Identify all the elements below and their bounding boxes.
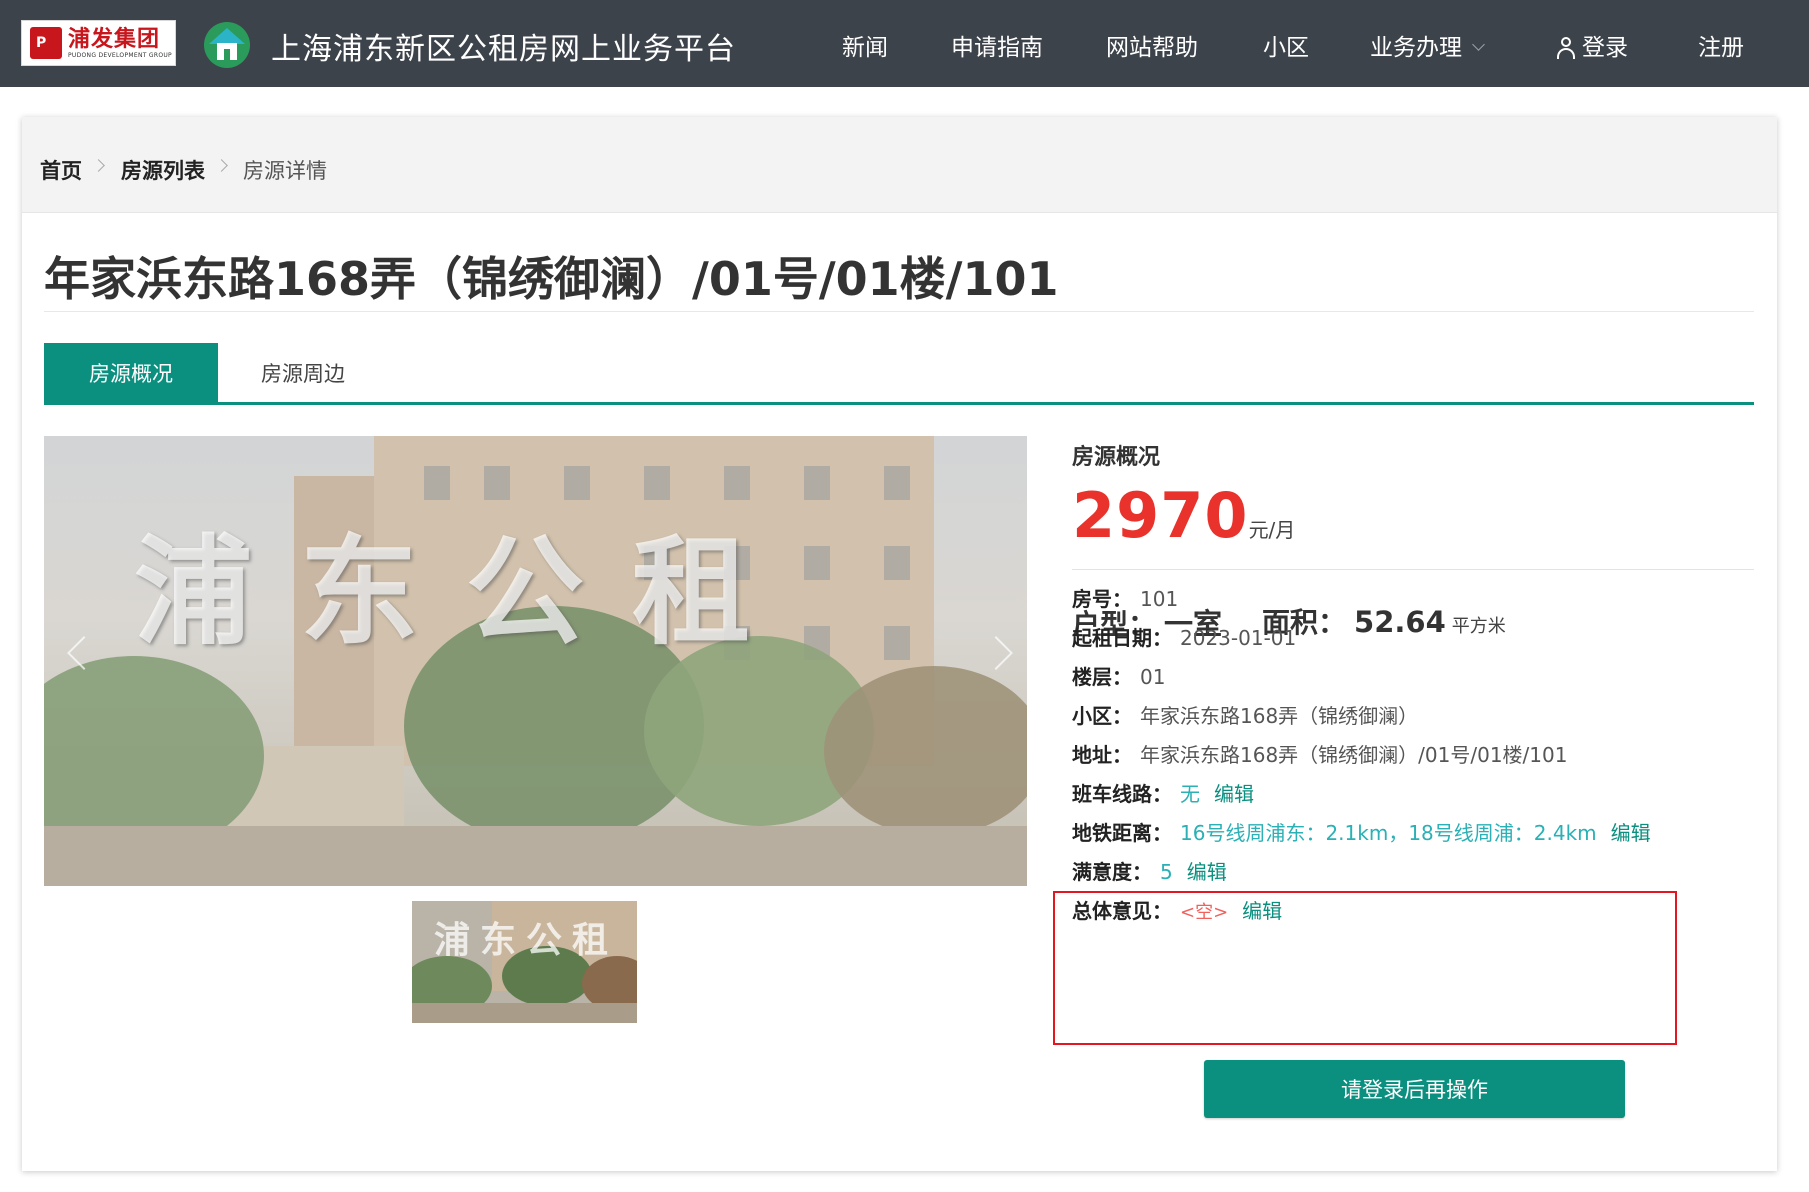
address-row: 地址： 年家浜东路168弄（锦绣御澜）/01号/01楼/101 — [1072, 743, 1568, 767]
nav-business-label: 业务办理 — [1370, 35, 1462, 61]
shuttle-route-row: 班车线路：无编辑 — [1072, 782, 1254, 806]
price-value: 2970 — [1072, 479, 1249, 552]
highlight-annotation-box — [1053, 891, 1677, 1045]
pdg-logo-icon: P — [28, 25, 64, 61]
brand-name: 浦发集团 — [68, 26, 161, 52]
edit-satisfaction-link[interactable]: 编辑 — [1187, 860, 1227, 884]
area-spec: 面积： 52.64 平方米 — [1262, 601, 1506, 641]
area-value: 52.64 — [1354, 605, 1446, 639]
room-number-row: 房号： 101 — [1072, 587, 1179, 611]
tab-overview[interactable]: 房源概况 — [44, 343, 218, 403]
breadcrumb-home[interactable]: 首页 — [40, 155, 82, 185]
rent-price: 2970元/月 — [1072, 479, 1295, 552]
edit-metro-distance-link[interactable]: 编辑 — [1611, 821, 1651, 845]
price-unit: 元/月 — [1248, 518, 1296, 542]
breadcrumb-listings[interactable]: 房源列表 — [121, 155, 205, 185]
area-unit: 平方米 — [1451, 616, 1506, 637]
house-logo-icon[interactable] — [204, 22, 250, 68]
login-label: 登录 — [1582, 35, 1628, 61]
overview-heading: 房源概况 — [1072, 445, 1161, 470]
page-title: 年家浜东路168弄（锦绣御澜）/01号/01楼/101 — [44, 252, 1059, 306]
register-link[interactable]: 注册 — [1698, 28, 1744, 62]
top-navigation-bar: P 浦发集团 PUDONG DEVELOPMENT GROUP 上海浦东新区公租… — [0, 0, 1809, 87]
photo-watermark: 浦东公租 — [134, 522, 799, 661]
tab-surroundings[interactable]: 房源周边 — [228, 343, 378, 403]
nav-community[interactable]: 小区 — [1263, 28, 1309, 62]
pudong-group-logo[interactable]: P 浦发集团 PUDONG DEVELOPMENT GROUP — [21, 20, 176, 66]
divider — [44, 311, 1754, 312]
chevron-right-icon — [92, 159, 105, 172]
nav-news[interactable]: 新闻 — [842, 28, 888, 62]
breadcrumb-current: 房源详情 — [243, 159, 327, 183]
divider — [1072, 569, 1754, 570]
user-icon — [1556, 36, 1576, 59]
tab-underline — [44, 402, 1754, 405]
brand-subtitle: PUDONG DEVELOPMENT GROUP — [68, 51, 172, 59]
community-row: 小区： 年家浜东路168弄（锦绣御澜） — [1072, 704, 1419, 728]
site-title[interactable]: 上海浦东新区公租房网上业务平台 — [271, 24, 736, 68]
lease-start-row: 起租日期： 2023-01-01 — [1072, 626, 1297, 650]
breadcrumb: 首页 房源列表 房源详情 — [22, 117, 1777, 213]
shuttle-route-value: 无 — [1180, 782, 1200, 806]
satisfaction-row: 满意度： 5 编辑 — [1072, 860, 1227, 884]
edit-shuttle-route-link[interactable]: 编辑 — [1214, 782, 1254, 806]
nav-business-menu[interactable]: 业务办理 — [1370, 28, 1485, 62]
login-link[interactable]: 登录 — [1556, 28, 1628, 62]
metro-distance-row: 地铁距离： 16号线周浦东：2.1km，18号线周浦：2.4km 编辑 — [1072, 821, 1651, 845]
thumbnail-watermark: 浦东公租 — [434, 919, 619, 961]
nav-application-guide[interactable]: 申请指南 — [951, 28, 1043, 62]
chevron-right-icon — [215, 159, 228, 172]
chevron-down-icon — [1472, 38, 1485, 51]
satisfaction-value: 5 — [1160, 860, 1173, 884]
login-to-operate-button[interactable]: 请登录后再操作 — [1204, 1060, 1625, 1118]
listing-card: 首页 房源列表 房源详情 年家浜东路168弄（锦绣御澜）/01号/01楼/101… — [22, 117, 1777, 1171]
photo-thumbnail[interactable]: 浦东公租 — [412, 901, 637, 1023]
floor-row: 楼层： 01 — [1072, 665, 1166, 689]
photo-carousel[interactable]: 浦东公租 — [44, 436, 1027, 886]
nav-site-help[interactable]: 网站帮助 — [1106, 28, 1198, 62]
metro-distance-value: 16号线周浦东：2.1km，18号线周浦：2.4km — [1180, 821, 1597, 845]
